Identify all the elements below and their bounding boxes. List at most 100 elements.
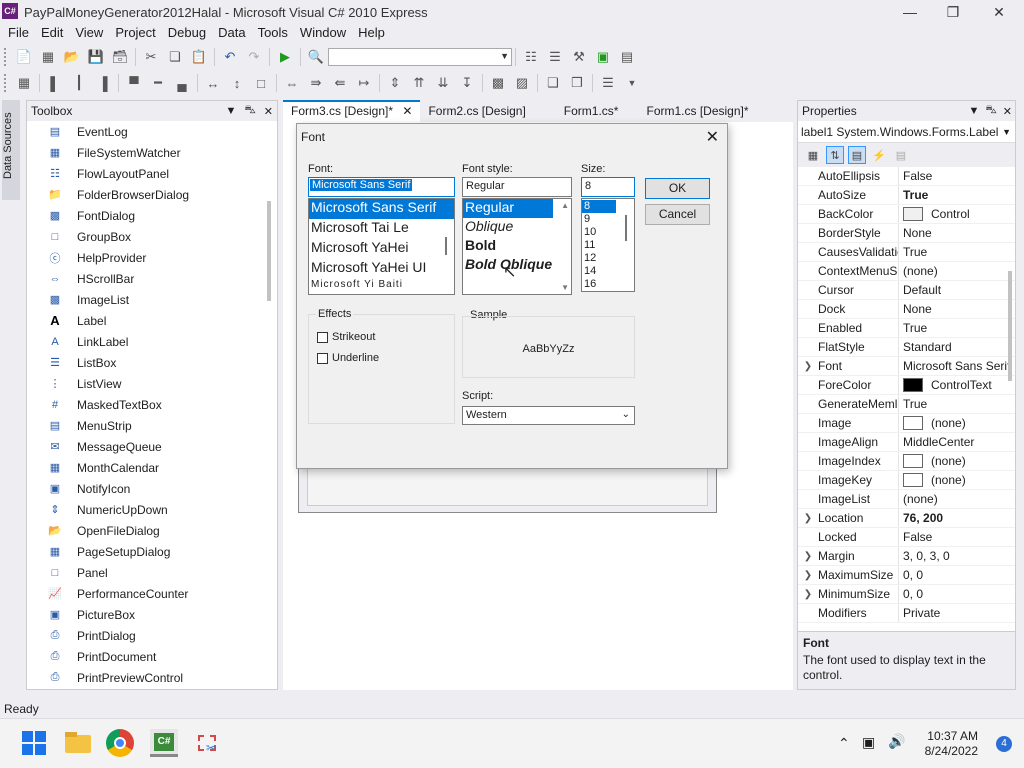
paste-icon[interactable]: 📋	[189, 48, 209, 66]
list-item[interactable]: Microsoft YaHei	[309, 239, 454, 259]
property-value[interactable]: True	[898, 395, 1015, 413]
toolbox-item-messagequeue[interactable]: ✉ MessageQueue	[27, 436, 277, 457]
menu-help[interactable]: Help	[352, 24, 391, 42]
property-row-maximumsize[interactable]: ❯ MaximumSize 0, 0	[798, 566, 1015, 585]
properties-window-icon[interactable]: ☰	[545, 48, 565, 66]
property-row-contextmenus[interactable]: ContextMenuS (none)	[798, 262, 1015, 281]
property-row-image[interactable]: Image (none)	[798, 414, 1015, 433]
expand-chevron-icon[interactable]: ❯	[798, 547, 818, 565]
toolbox-item-listview[interactable]: ⋮ ListView	[27, 373, 277, 394]
property-value[interactable]: False	[898, 528, 1015, 546]
visual-csharp-icon[interactable]: C#	[150, 729, 178, 757]
align-rights-icon[interactable]: ▐	[93, 74, 113, 92]
chevron-down-icon[interactable]: ▼	[222, 105, 241, 117]
tab-form2-design[interactable]: Form2.cs [Design]	[420, 100, 555, 122]
property-value[interactable]: (none)	[898, 414, 1015, 432]
start-page-icon[interactable]: ▣	[593, 48, 613, 66]
chevron-down-icon[interactable]: ▼	[966, 105, 983, 117]
list-item[interactable]: Microsoft Yi Baiti	[309, 279, 454, 294]
make-same-height-icon[interactable]: ↕	[227, 74, 247, 92]
property-value[interactable]: (none)	[898, 490, 1015, 508]
property-row-borderstyle[interactable]: BorderStyle None	[798, 224, 1015, 243]
property-value[interactable]: True	[898, 319, 1015, 337]
network-icon[interactable]: ▣	[862, 734, 875, 751]
minimize-icon[interactable]: —	[895, 2, 925, 22]
underline-checkbox[interactable]: Underline	[317, 352, 379, 364]
property-row-imageindex[interactable]: ImageIndex (none)	[798, 452, 1015, 471]
property-row-imagelist[interactable]: ImageList (none)	[798, 490, 1015, 509]
menu-tools[interactable]: Tools	[252, 24, 294, 42]
menu-file[interactable]: File	[2, 24, 35, 42]
property-row-minimumsize[interactable]: ❯ MinimumSize 0, 0	[798, 585, 1015, 604]
property-row-cursor[interactable]: Cursor Default	[798, 281, 1015, 300]
toolbox-item-listbox[interactable]: ☰ ListBox	[27, 352, 277, 373]
toolbox-item-printdocument[interactable]: ⎙ PrintDocument	[27, 646, 277, 667]
find-combo[interactable]: ▼	[328, 48, 512, 66]
tab-form1-design[interactable]: Form1.cs [Design]*	[638, 100, 756, 122]
expand-chevron-icon[interactable]: ❯	[798, 509, 818, 527]
property-row-dock[interactable]: Dock None	[798, 300, 1015, 319]
toolbox-item-fontdialog[interactable]: ▩ FontDialog	[27, 205, 277, 226]
pin-icon[interactable]: ⛍	[240, 104, 259, 118]
property-row-font[interactable]: ❯ Font Microsoft Sans Serif	[798, 357, 1015, 376]
toolbox-item-pagesetupdialog[interactable]: ▦ PageSetupDialog	[27, 541, 277, 562]
toolbox-item-label[interactable]: A Label	[27, 310, 277, 331]
center-horizontally-icon[interactable]: ▩	[488, 74, 508, 92]
decrease-vspacing-icon[interactable]: ⇊	[433, 74, 453, 92]
align-tops-icon[interactable]: ▀	[124, 74, 144, 92]
close-icon[interactable]: ✕	[1000, 105, 1015, 118]
send-to-back-icon[interactable]: ❒	[567, 74, 587, 92]
windows-start-icon[interactable]	[20, 729, 48, 757]
toolbox-item-flowlayoutpanel[interactable]: ☷ FlowLayoutPanel	[27, 163, 277, 184]
strikeout-checkbox[interactable]: Strikeout	[317, 331, 375, 343]
property-row-locked[interactable]: Locked False	[798, 528, 1015, 547]
property-row-modifiers[interactable]: Modifiers Private	[798, 604, 1015, 623]
bring-to-front-icon[interactable]: ❑	[543, 74, 563, 92]
save-all-icon[interactable]: 🗃	[110, 48, 130, 66]
align-bottoms-icon[interactable]: ▄	[172, 74, 192, 92]
scroll-down-icon[interactable]: ▼	[561, 283, 569, 292]
toolbox-item-monthcalendar[interactable]: ▦ MonthCalendar	[27, 457, 277, 478]
list-item[interactable]: Oblique	[463, 218, 571, 237]
list-item[interactable]: Microsoft Sans Serif	[309, 199, 454, 219]
vertical-spacing-icon[interactable]: ⇕	[385, 74, 405, 92]
cancel-button[interactable]: Cancel	[645, 204, 710, 225]
data-sources-tab[interactable]: Data Sources	[2, 100, 20, 200]
toolbox-item-hscrollbar[interactable]: ⇔ HScrollBar	[27, 268, 277, 289]
increase-hspacing-icon[interactable]: ⇛	[306, 74, 326, 92]
properties-scrollbar[interactable]	[1008, 271, 1012, 381]
clock[interactable]: 10:37 AM 8/24/2022	[925, 729, 978, 759]
tab-form1-code[interactable]: Form1.cs*	[556, 100, 639, 122]
property-row-forecolor[interactable]: ForeColor ControlText	[798, 376, 1015, 395]
increase-vspacing-icon[interactable]: ⇈	[409, 74, 429, 92]
property-value[interactable]: (none)	[898, 452, 1015, 470]
toolbar-overflow-icon[interactable]: ▼	[622, 74, 642, 92]
start-debugging-icon[interactable]: ▶	[275, 48, 295, 66]
align-lefts-icon[interactable]: ▌	[45, 74, 65, 92]
property-row-location[interactable]: ❯ Location 76, 200	[798, 509, 1015, 528]
make-same-size-icon[interactable]: □	[251, 74, 271, 92]
tab-form3-design[interactable]: Form3.cs [Design]* ✕	[283, 100, 421, 122]
property-value[interactable]: MiddleCenter	[898, 433, 1015, 451]
property-value[interactable]: True	[898, 186, 1015, 204]
expand-chevron-icon[interactable]: ❯	[798, 357, 818, 375]
menu-edit[interactable]: Edit	[35, 24, 69, 42]
add-item-icon[interactable]: ▦	[38, 48, 58, 66]
property-row-margin[interactable]: ❯ Margin 3, 0, 3, 0	[798, 547, 1015, 566]
property-value[interactable]: None	[898, 300, 1015, 318]
chevron-up-icon[interactable]: ⌃	[838, 735, 850, 752]
list-item[interactable]: Microsoft Tai Le	[309, 219, 454, 239]
toolbox-item-linklabel[interactable]: A LinkLabel	[27, 331, 277, 352]
file-explorer-icon[interactable]	[64, 729, 92, 757]
list-item[interactable]: Regular	[463, 199, 553, 218]
find-in-files-icon[interactable]: 🔍	[306, 48, 326, 66]
property-row-autoellipsis[interactable]: AutoEllipsis False	[798, 167, 1015, 186]
toolbox-item-printpreviewcontrol[interactable]: ⎙ PrintPreviewControl	[27, 667, 277, 688]
font-name-list[interactable]: Microsoft Sans Serif Microsoft Tai Le Mi…	[308, 198, 455, 295]
open-file-icon[interactable]: 📂	[62, 48, 82, 66]
menu-view[interactable]: View	[69, 24, 109, 42]
object-selector[interactable]: label1 System.Windows.Forms.Label ▼	[798, 121, 1015, 143]
property-value[interactable]: 0, 0	[898, 585, 1015, 603]
property-row-imagealign[interactable]: ImageAlign MiddleCenter	[798, 433, 1015, 452]
pin-icon[interactable]: ⛍	[982, 104, 999, 118]
